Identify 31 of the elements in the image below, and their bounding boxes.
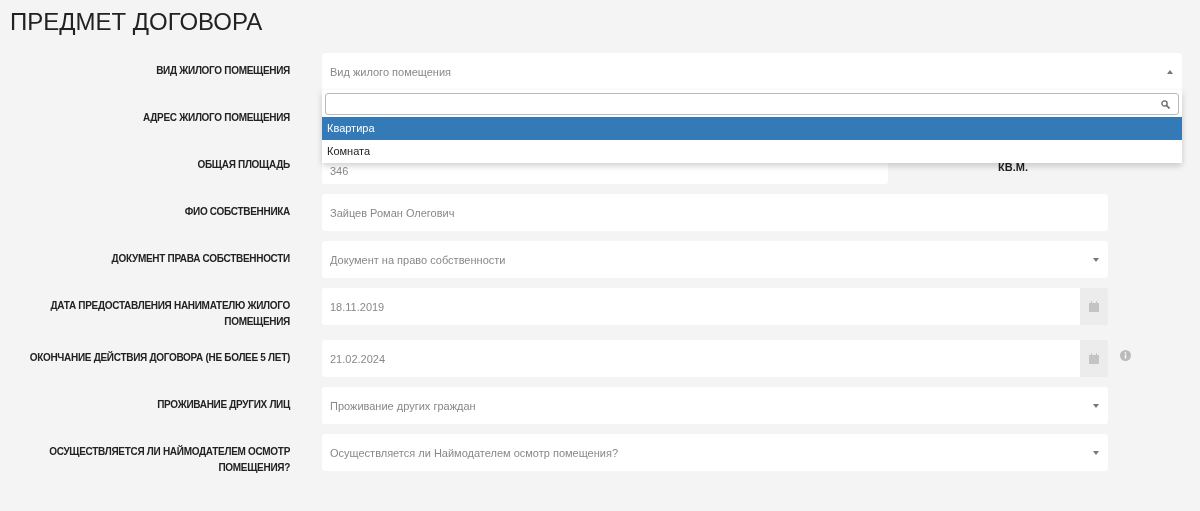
select-field[interactable]: Вид жилого помещения <box>322 53 1182 90</box>
calendar-icon <box>1089 353 1099 364</box>
field-label: ОСУЩЕСТВЛЯЕТСЯ ЛИ НАЙМОДАТЕЛЕМ ОСМОТР ПОМЕЩЕНИЯ? <box>48 444 290 475</box>
calendar-button[interactable] <box>1080 288 1108 325</box>
text-field[interactable]: Зайцев Роман Олегович <box>322 194 1108 231</box>
field-label: АДРЕС ЖИЛОГО ПОМЕЩЕНИЯ <box>142 111 290 125</box>
date-field[interactable]: 21.02.2024 <box>322 340 1080 377</box>
select-field[interactable]: Осуществляется ли Наймодателем осмотр помещения? <box>322 434 1108 471</box>
field-label: ОБЩАЯ ПЛОЩАДЬ <box>196 158 290 172</box>
field-label: ОКОНЧАНИЕ ДЕЙСТВИЯ ДОГОВОРА (НЕ БОЛЕЕ 5 ЛЕТ) <box>28 350 290 365</box>
caret-icon <box>1092 449 1100 456</box>
calendar-button[interactable] <box>1080 340 1108 377</box>
dropdown-option[interactable]: Квартира <box>322 117 1182 140</box>
dropdown-option[interactable]: Комната <box>322 140 1182 163</box>
field-label: ПРОЖИВАНИЕ ДРУГИХ ЛИЦ <box>156 398 290 412</box>
unit-label: КВ.М. <box>998 160 1028 175</box>
calendar-icon <box>1089 301 1099 312</box>
section-title: ПРЕДМЕТ ДОГОВОРА <box>10 8 264 36</box>
search-icon <box>1161 99 1170 109</box>
caret-icon <box>1166 68 1174 75</box>
info-icon[interactable] <box>1120 350 1131 361</box>
field-label: ДОКУМЕНТ ПРАВА СОБСТВЕННОСТИ <box>110 252 290 266</box>
field-label: ФИО СОБСТВЕННИКА <box>183 205 290 219</box>
date-field[interactable]: 18.11.2019 <box>322 288 1080 325</box>
caret-icon <box>1092 256 1100 263</box>
select-field[interactable]: Документ на право собственности <box>322 241 1108 278</box>
caret-icon <box>1092 402 1100 409</box>
field-label: ВИД ЖИЛОГО ПОМЕЩЕНИЯ <box>155 64 290 78</box>
select-field[interactable]: Проживание других граждан <box>322 387 1108 424</box>
field-label: ДАТА ПРЕДОСТАВЛЕНИЯ НАНИМАТЕЛЮ ЖИЛОГО ПОМЕЩЕНИЯ <box>49 299 290 329</box>
search-field[interactable] <box>325 93 1179 115</box>
